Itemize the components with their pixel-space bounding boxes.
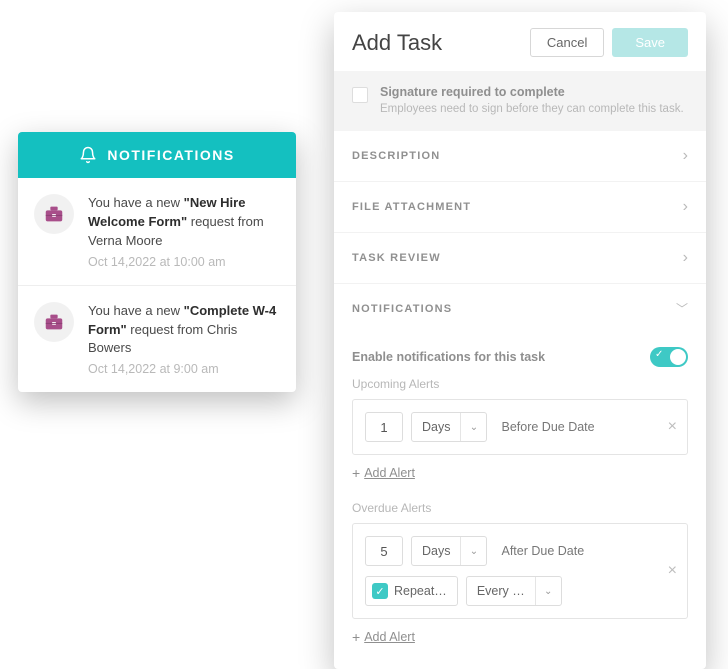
- overdue-alert-row: Days ⌄ After Due Date ✓ Repeat… Every … …: [352, 523, 688, 619]
- every-select[interactable]: Every … ⌄: [466, 576, 562, 606]
- enable-notifications-label: Enable notifications for this task: [352, 350, 545, 364]
- add-task-panel: Add Task Cancel Save Signature required …: [334, 12, 706, 669]
- plus-icon: +: [352, 629, 360, 645]
- add-overdue-alert[interactable]: + Add Alert: [352, 629, 415, 645]
- upcoming-alert-row: Days ⌄ Before Due Date ×: [352, 399, 688, 455]
- chevron-down-icon: ⌄: [535, 577, 561, 605]
- upcoming-unit-select[interactable]: Days ⌄: [411, 412, 487, 442]
- notification-text: You have a new "Complete W-4 Form" reque…: [88, 302, 278, 379]
- notifications-card: NOTIFICATIONS You have a new "New Hire W…: [18, 132, 296, 392]
- overdue-alerts-heading: Overdue Alerts: [352, 501, 688, 515]
- section-file-attachment[interactable]: FILE ATTACHMENT ›: [334, 182, 706, 233]
- bell-icon: [79, 146, 97, 164]
- notifications-title: NOTIFICATIONS: [107, 147, 234, 163]
- plus-icon: +: [352, 465, 360, 481]
- section-task-review[interactable]: TASK REVIEW ›: [334, 233, 706, 284]
- panel-title: Add Task: [352, 30, 530, 56]
- chevron-right-icon: ›: [683, 147, 688, 165]
- chevron-right-icon: ›: [683, 198, 688, 216]
- overdue-relation: After Due Date: [501, 544, 584, 558]
- enable-toggle[interactable]: [650, 347, 688, 367]
- task-header: Add Task Cancel Save: [334, 12, 706, 71]
- signature-desc: Employees need to sign before they can c…: [380, 103, 684, 115]
- toggle-knob: [670, 349, 686, 365]
- add-upcoming-alert[interactable]: + Add Alert: [352, 465, 415, 481]
- chevron-down-icon: ⌄: [460, 413, 486, 441]
- upcoming-relation: Before Due Date: [501, 420, 594, 434]
- notification-timestamp: Oct 14,2022 at 9:00 am: [88, 360, 278, 378]
- chevron-down-icon: ⌄: [460, 537, 486, 565]
- remove-alert-button[interactable]: ×: [668, 562, 677, 580]
- notifications-header: NOTIFICATIONS: [18, 132, 296, 178]
- cancel-button[interactable]: Cancel: [530, 28, 604, 57]
- notification-item[interactable]: You have a new "New Hire Welcome Form" r…: [18, 178, 296, 286]
- upcoming-value-input[interactable]: [365, 412, 403, 442]
- notifications-section: Enable notifications for this task Upcom…: [334, 333, 706, 663]
- check-icon: ✓: [372, 583, 388, 599]
- section-description[interactable]: DESCRIPTION ›: [334, 131, 706, 182]
- section-notifications[interactable]: NOTIFICATIONS ﹀: [334, 284, 706, 333]
- briefcase-icon: [34, 194, 74, 234]
- notification-text: You have a new "New Hire Welcome Form" r…: [88, 194, 278, 271]
- signature-label: Signature required to complete: [380, 85, 684, 99]
- signature-block: Signature required to complete Employees…: [334, 71, 706, 131]
- notification-timestamp: Oct 14,2022 at 10:00 am: [88, 253, 278, 271]
- save-button[interactable]: Save: [612, 28, 688, 57]
- notification-item[interactable]: You have a new "Complete W-4 Form" reque…: [18, 286, 296, 393]
- remove-alert-button[interactable]: ×: [668, 418, 677, 436]
- briefcase-icon: [34, 302, 74, 342]
- chevron-right-icon: ›: [683, 249, 688, 267]
- overdue-value-input[interactable]: [365, 536, 403, 566]
- signature-checkbox[interactable]: [352, 87, 368, 103]
- upcoming-alerts-heading: Upcoming Alerts: [352, 377, 688, 391]
- repeat-checkbox[interactable]: ✓ Repeat…: [365, 576, 458, 606]
- chevron-down-icon: ﹀: [676, 300, 688, 317]
- overdue-unit-select[interactable]: Days ⌄: [411, 536, 487, 566]
